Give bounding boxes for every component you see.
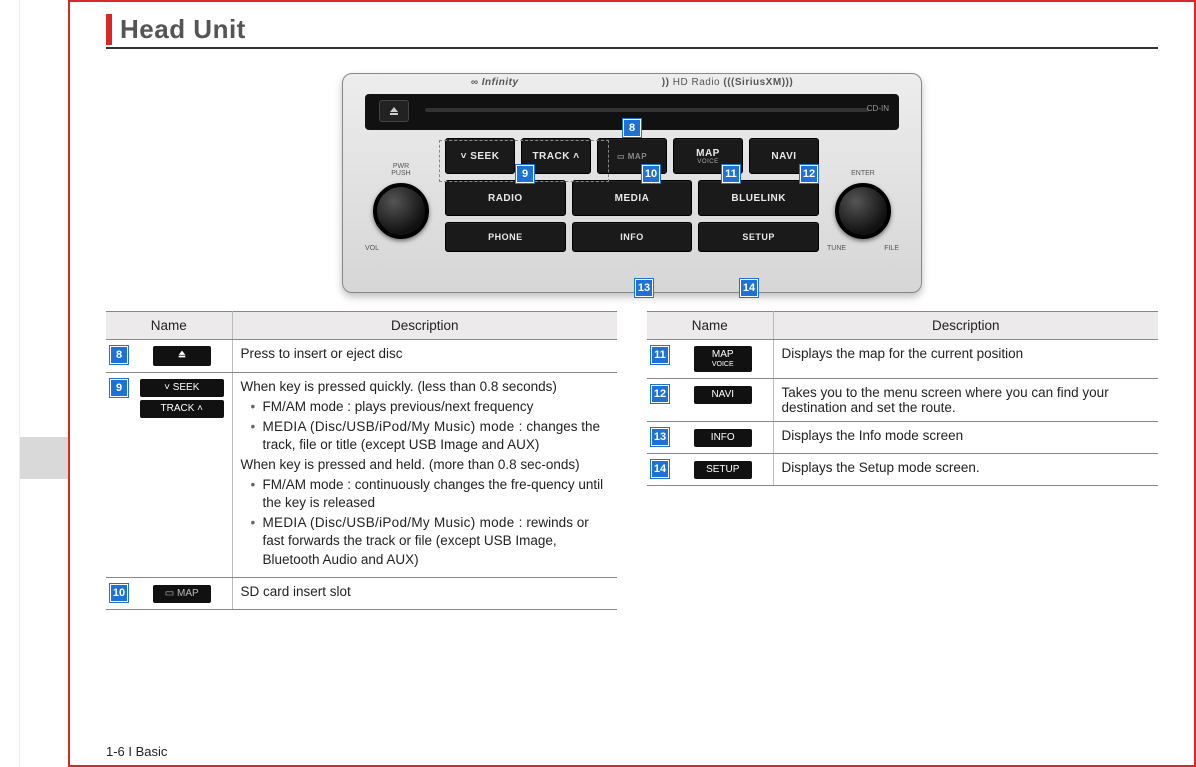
setup-button[interactable]: SETUP	[698, 222, 819, 252]
page-footer: 1-6 I Basic	[106, 744, 167, 759]
bluelink-button[interactable]: BLUELINK	[698, 180, 819, 216]
page-margin	[0, 0, 20, 767]
seek-chip: ˅ SEEK	[140, 379, 224, 397]
th-desc: Description	[773, 312, 1158, 340]
enter-label: ENTER	[851, 170, 875, 177]
table-row: 10 ▭ MAP SD card insert slot	[106, 577, 617, 609]
row-desc: Press to insert or eject disc	[232, 340, 617, 373]
media-button[interactable]: MEDIA	[572, 180, 693, 216]
right-knob[interactable]	[835, 183, 891, 239]
cdin-label: CD-IN	[867, 104, 889, 113]
table-row: 14 SETUP Displays the Setup mode screen.	[647, 454, 1158, 486]
row-num: 9	[110, 379, 128, 397]
vol-label: VOL	[365, 245, 437, 252]
table-row: 11 MAPVOICE Displays the map for the cur…	[647, 340, 1158, 379]
callout-8: 8	[623, 119, 641, 137]
th-name: Name	[106, 312, 232, 340]
head-unit-device: ∞ Infinity )) HD Radio (((SiriusXM))) CD…	[342, 73, 922, 293]
side-thumb-tab	[20, 0, 68, 767]
head-unit-figure: ∞ Infinity )) HD Radio (((SiriusXM))) CD…	[342, 73, 922, 293]
eject-chip	[153, 346, 211, 366]
row-num: 8	[110, 346, 128, 364]
pwr-label: PWRPUSH	[391, 163, 410, 177]
setup-chip: SETUP	[694, 461, 752, 479]
tables-row: Name Description 8 Press to insert or ej…	[106, 311, 1158, 610]
left-knob[interactable]	[373, 183, 429, 239]
sdmap-chip: ▭ MAP	[153, 585, 211, 603]
right-table: Name Description 11 MAPVOICE Displays th…	[647, 311, 1158, 486]
row-num: 13	[651, 428, 669, 446]
title-row: Head Unit	[106, 14, 1158, 49]
mapvoice-chip: MAPVOICE	[694, 346, 752, 372]
row-num: 14	[651, 460, 669, 478]
callout-13: 13	[635, 279, 653, 297]
row-num: 12	[651, 385, 669, 403]
row-desc: Displays the map for the current positio…	[773, 340, 1158, 379]
table-row: 12 NAVI Takes you to the menu screen whe…	[647, 379, 1158, 422]
row-num: 11	[651, 346, 669, 364]
callout-12: 12	[800, 165, 818, 183]
page-title: Head Unit	[120, 14, 1158, 45]
table-row: 9 ˅ SEEK TRACK ˄ When key is pressed qui…	[106, 373, 617, 578]
th-desc: Description	[232, 312, 617, 340]
tune-file-label: TUNEFILE	[827, 245, 899, 252]
callout-10: 10	[642, 165, 660, 183]
track-chip: TRACK ˄	[140, 400, 224, 418]
navi-chip: NAVI	[694, 386, 752, 404]
info-chip: INFO	[694, 429, 752, 447]
row-desc: SD card insert slot	[232, 577, 617, 609]
row-desc: Takes you to the menu screen where you c…	[773, 379, 1158, 422]
radio-button[interactable]: RADIO	[445, 180, 566, 216]
phone-button[interactable]: PHONE	[445, 222, 566, 252]
row-num: 10	[110, 584, 128, 602]
callout-9: 9	[516, 165, 534, 183]
callout-14: 14	[740, 279, 758, 297]
th-name: Name	[647, 312, 773, 340]
page-content: Head Unit ∞ Infinity )) HD Radio (((Siri…	[68, 0, 1196, 767]
info-button[interactable]: INFO	[572, 222, 693, 252]
brand-bar: ∞ Infinity )) HD Radio (((SiriusXM)))	[343, 74, 921, 94]
eject-button[interactable]	[379, 100, 409, 122]
row-desc: Displays the Info mode screen	[773, 422, 1158, 454]
table-row: 13 INFO Displays the Info mode screen	[647, 422, 1158, 454]
callout-11: 11	[722, 165, 740, 183]
row-desc: When key is pressed quickly. (less than …	[232, 373, 617, 578]
cd-slot[interactable]	[425, 108, 869, 112]
row-desc: Displays the Setup mode screen.	[773, 454, 1158, 486]
left-table: Name Description 8 Press to insert or ej…	[106, 311, 617, 610]
table-row: 8 Press to insert or eject disc	[106, 340, 617, 373]
